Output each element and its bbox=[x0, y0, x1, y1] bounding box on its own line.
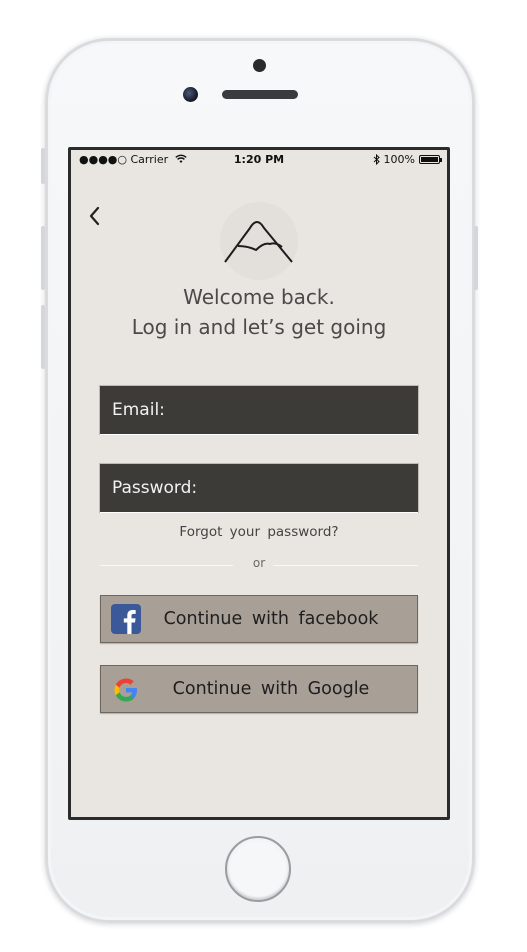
battery-percent: 100% bbox=[383, 153, 415, 166]
back-button[interactable] bbox=[83, 202, 111, 230]
continue-google-button[interactable]: Continue with Google bbox=[100, 665, 418, 713]
facebook-button-label: Continue with facebook bbox=[163, 609, 379, 629]
volume-down-button bbox=[41, 305, 45, 369]
front-camera bbox=[183, 87, 198, 102]
status-right: 100% bbox=[373, 153, 442, 166]
email-label: Email: bbox=[112, 400, 165, 420]
bluetooth-icon bbox=[373, 154, 380, 165]
proximity-sensor bbox=[253, 59, 266, 72]
password-label: Password: bbox=[112, 478, 198, 498]
welcome-title: Welcome back. bbox=[183, 285, 335, 309]
power-button bbox=[474, 226, 478, 290]
divider-left bbox=[100, 565, 233, 566]
home-button[interactable] bbox=[225, 836, 291, 902]
divider-or-text: or bbox=[252, 556, 266, 570]
app-screen: ●●●●○ Carrier 1:20 PM 100% Welcome back. bbox=[71, 150, 447, 817]
status-bar: ●●●●○ Carrier 1:20 PM 100% bbox=[71, 150, 447, 170]
email-field[interactable]: Email: bbox=[100, 386, 418, 434]
welcome-subtitle: Log in and let’s get going bbox=[131, 315, 387, 339]
chevron-left-icon bbox=[89, 206, 100, 226]
continue-facebook-button[interactable]: Continue with facebook bbox=[100, 595, 418, 643]
password-field[interactable]: Password: bbox=[100, 464, 418, 512]
google-button-label: Continue with Google bbox=[172, 679, 370, 699]
mute-switch bbox=[41, 148, 45, 184]
battery-icon bbox=[419, 155, 442, 164]
mountain-logo-icon bbox=[224, 221, 293, 263]
earpiece-speaker bbox=[222, 90, 298, 99]
forgot-password-link[interactable]: Forgot your password? bbox=[71, 524, 447, 540]
app-logo bbox=[220, 202, 298, 280]
volume-up-button bbox=[41, 226, 45, 290]
divider-right bbox=[273, 565, 418, 566]
